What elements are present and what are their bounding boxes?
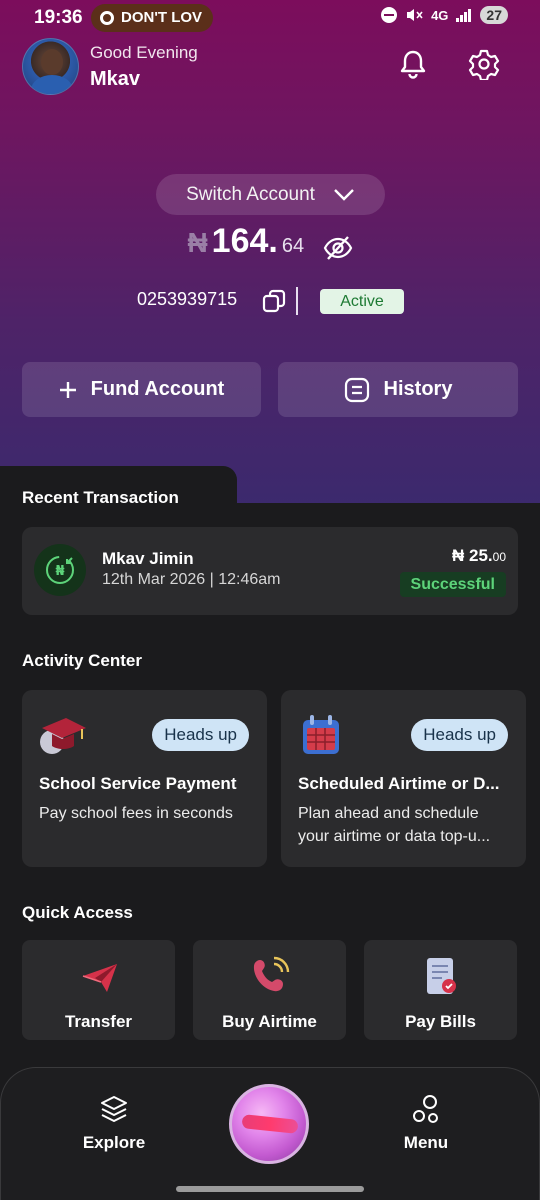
heads-up-badge: Heads up [411,719,508,751]
bell-icon[interactable] [397,48,429,80]
status-icons: 4G 27 [381,6,508,24]
battery-badge: 27 [480,6,508,24]
dnd-icon [381,7,398,23]
transaction-name: Mkav Jimin [102,549,194,568]
activity-description: Plan ahead and schedule your airtime or … [298,805,491,845]
activity-title: School Service Payment [39,774,237,793]
transfer-button[interactable]: Transfer [22,940,175,1040]
naira-received-icon: ₦ [34,544,86,596]
nav-menu[interactable]: Menu [366,1094,486,1153]
avatar[interactable] [22,38,79,95]
transfer-label: Transfer [64,1012,133,1031]
activity-card-scheduled[interactable]: Heads up Scheduled Airtime or D... Plan … [281,690,526,867]
graduation-cap-icon [40,718,86,754]
mute-icon [407,9,423,21]
activity-card-school[interactable]: Heads up School Service Payment Pay scho… [22,690,267,867]
nav-menu-label: Menu [403,1133,449,1152]
transaction-date: 12th Mar 2026 | 12:46am [102,571,281,588]
recent-transaction-title: Recent Transaction [22,488,179,507]
username: Mkav [90,68,141,90]
switch-account-button[interactable]: Switch Account [156,174,385,215]
nav-explore[interactable]: Explore [54,1094,174,1153]
history-label: History [383,378,453,400]
fund-account-button[interactable]: Fund Account [22,362,261,417]
paper-plane-icon [82,964,117,992]
calendar-icon [303,715,339,754]
network-type: 4G [431,7,449,23]
buy-airtime-label: Buy Airtime [222,1012,317,1031]
status-time: 19:36 [34,7,83,28]
activity-title: Scheduled Airtime or D... [298,774,500,793]
transaction-status: Successful [399,572,506,597]
history-button[interactable]: History [278,362,518,417]
transaction-amount: ₦ 25.00 [452,546,506,566]
pay-bills-label: Pay Bills [405,1012,476,1031]
balance-decimal: 64 [281,235,305,257]
activity-center-title: Activity Center [22,651,142,670]
assistant-orb-button[interactable] [229,1084,309,1164]
copy-icon[interactable] [262,289,286,313]
nav-explore-label: Explore [82,1133,146,1152]
notification-pill[interactable]: DON'T LOV [91,4,213,32]
home-indicator[interactable] [176,1186,364,1192]
divider [296,287,298,315]
phone-icon [253,956,289,992]
layers-icon [101,1096,127,1122]
transaction-card[interactable]: ₦ Mkav Jimin 12th Mar 2026 | 12:46am ₦ 2… [22,527,518,615]
quick-access-title: Quick Access [22,903,133,922]
account-number: 0253939715 [137,289,238,309]
record-icon [100,11,114,25]
bubbles-icon [413,1095,438,1123]
notification-text: DON'T LOV [121,9,203,26]
pay-bills-button[interactable]: Pay Bills [364,940,517,1040]
gear-icon[interactable] [468,48,500,80]
svg-text:₦: ₦ [55,564,64,579]
list-icon [344,377,369,402]
transaction-amount-decimal: 00 [492,550,506,564]
eye-off-icon[interactable] [323,235,353,261]
activity-description: Pay school fees in seconds [39,805,233,822]
fund-account-label: Fund Account [90,378,225,400]
signal-icon [456,9,472,22]
balance-display: ₦ 164. 64 [0,222,540,261]
switch-account-label: Switch Account [186,183,315,205]
status-bar: 19:36 DON'T LOV 4G 27 [0,0,540,36]
heads-up-badge: Heads up [152,719,249,751]
bill-icon [426,958,456,994]
transaction-amount-main: ₦ 25. [452,546,493,565]
currency-symbol: ₦ [187,227,208,258]
balance-whole: 164. [211,222,278,260]
greeting-text: Good Evening [90,43,198,62]
chevron-down-icon [334,188,354,201]
status-badge: Active [320,289,404,314]
buy-airtime-button[interactable]: Buy Airtime [193,940,346,1040]
plus-icon [59,381,76,398]
